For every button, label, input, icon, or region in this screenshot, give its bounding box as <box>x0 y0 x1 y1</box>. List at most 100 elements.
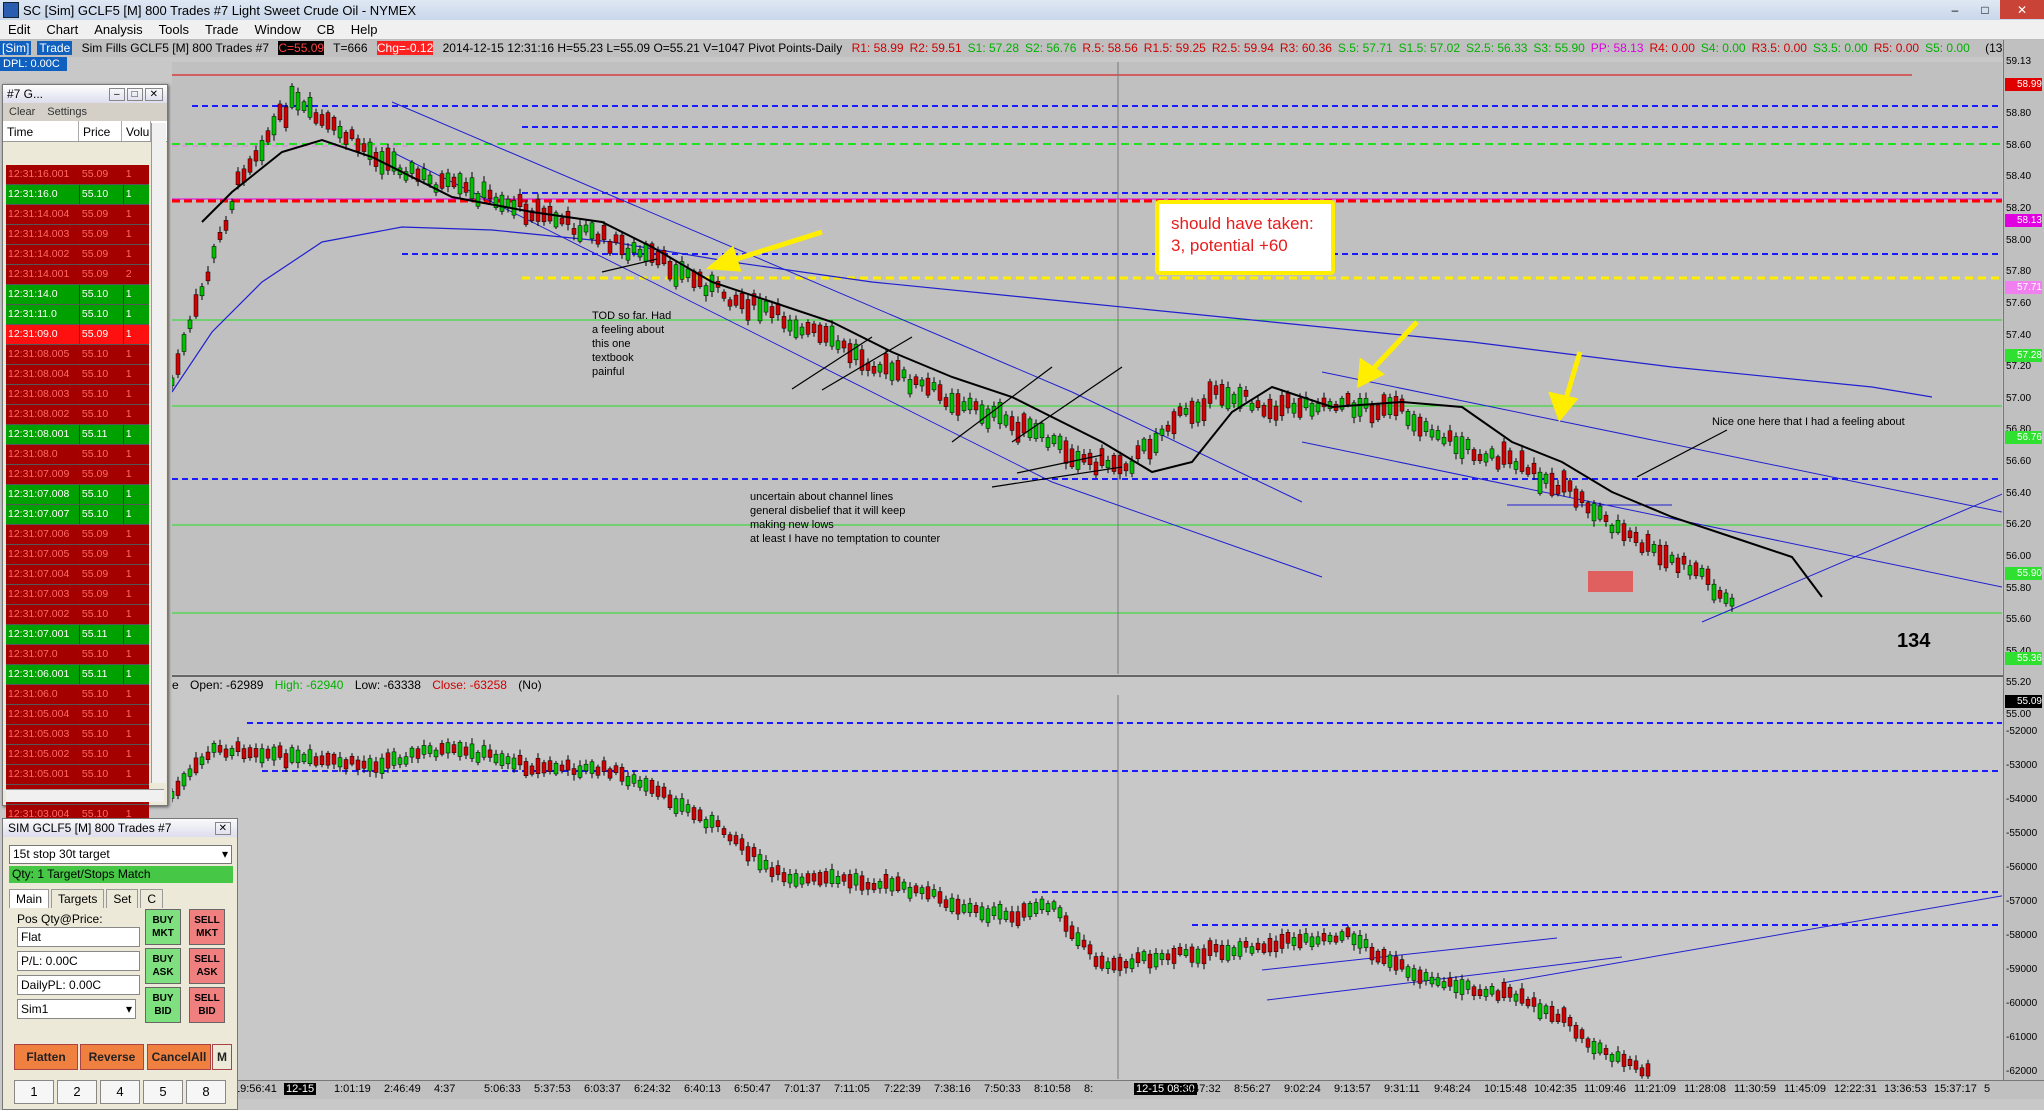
tas-row: 12:31:08.001 55.11 1 <box>6 425 149 445</box>
candle-body <box>1309 403 1315 417</box>
trade-title-bar[interactable]: SIM GCLF5 [M] 800 Trades #7 ✕ <box>3 819 237 837</box>
menu-chart[interactable]: Chart <box>38 22 86 37</box>
candle-body <box>187 319 193 329</box>
tas-price: 55.09 <box>78 225 123 244</box>
qty-8-button[interactable]: 8 <box>186 1080 226 1104</box>
tab-set[interactable]: Set <box>106 889 139 908</box>
candle-body <box>1267 937 1273 953</box>
candle-body <box>529 765 535 775</box>
channel-line-upper <box>391 101 1303 503</box>
tas-price: 55.09 <box>78 465 123 484</box>
time-axis-label: 7:38:16 <box>934 1083 971 1095</box>
qty-2-button[interactable]: 2 <box>57 1080 97 1104</box>
candle-body <box>1525 467 1531 475</box>
tas-price: 55.09 <box>78 565 123 584</box>
candle-body <box>1051 901 1057 910</box>
candle-body <box>211 743 217 753</box>
time-axis[interactable]: 0219:56:4112-151:01:192:46:494:375:06:33… <box>172 1080 2044 1099</box>
minimize-icon[interactable]: – <box>1940 0 1970 19</box>
m-button[interactable]: M <box>212 1044 232 1070</box>
account-select[interactable]: Sim1 ▾ <box>17 999 136 1019</box>
tas-settings-button[interactable]: Settings <box>47 106 87 118</box>
trade-badge[interactable]: Trade <box>37 41 73 55</box>
menu-cb[interactable]: CB <box>309 22 343 37</box>
tas-minimize-icon[interactable]: – <box>109 87 125 101</box>
qty-5-button[interactable]: 5 <box>143 1080 183 1104</box>
pane-divider[interactable] <box>172 675 2003 677</box>
col-time[interactable]: Time <box>3 121 79 141</box>
tas-price: 55.09 <box>78 525 123 544</box>
tas-price: 55.10 <box>78 385 123 404</box>
price-axis-tag: 58.13 <box>2005 214 2042 228</box>
tas-price: 55.09 <box>78 585 123 604</box>
tas-title-bar[interactable]: #7 G... – □ ✕ <box>3 85 167 103</box>
chart-info-bar: [Sim] Trade Sim Fills GCLF5 [M] 800 Trade… <box>0 40 2005 57</box>
sell-ask-button[interactable]: SELL ASK <box>189 948 225 984</box>
zone-marker <box>1588 571 1633 592</box>
lower-pane-label: e <box>172 678 179 692</box>
strategy-select[interactable]: 15t stop 30t target ▾ <box>9 845 232 864</box>
candle-body <box>1615 519 1621 533</box>
trade-close-icon[interactable]: ✕ <box>214 821 231 835</box>
cumulative-delta-chart[interactable] <box>172 695 2002 1079</box>
candle-body <box>307 749 313 764</box>
qty-1-button[interactable]: 1 <box>14 1080 54 1104</box>
tas-volume: 1 <box>122 505 149 524</box>
tas-volume: 1 <box>122 445 149 464</box>
tab-targets[interactable]: Targets <box>51 889 105 908</box>
col-price[interactable]: Price <box>79 121 122 141</box>
tas-clear-button[interactable]: Clear <box>9 106 35 118</box>
menu-window[interactable]: Window <box>246 22 308 37</box>
qty-4-button[interactable]: 4 <box>100 1080 140 1104</box>
menu-analysis[interactable]: Analysis <box>86 22 150 37</box>
candle-body <box>1201 948 1207 965</box>
note-line: painful <box>592 366 625 378</box>
pivot-level: R4: 0.00 <box>1649 41 1695 55</box>
close-icon[interactable]: ✕ <box>2000 0 2044 19</box>
candle-body <box>901 369 907 379</box>
tab-main[interactable]: Main <box>9 889 50 908</box>
time-axis-label: 9:13:57 <box>1334 1083 1371 1095</box>
price-axis-tag: 57.28 <box>2005 348 2042 362</box>
tab-c[interactable]: C <box>140 889 164 908</box>
sell-market-button[interactable]: SELL MKT <box>189 909 225 945</box>
buy-ask-button[interactable]: BUY ASK <box>145 948 181 984</box>
maximize-icon[interactable]: □ <box>1970 0 2000 19</box>
tas-maximize-icon[interactable]: □ <box>126 87 143 101</box>
menu-help[interactable]: Help <box>343 22 386 37</box>
price-axis[interactable]: 59.13 58.80 58.60 58.40 58.20 58.00 57.80 57.60… <box>2003 40 2044 1080</box>
candle-body <box>1663 545 1669 569</box>
candle-body <box>1273 940 1279 952</box>
reverse-button[interactable]: Reverse <box>80 1044 144 1070</box>
tas-price: 55.09 <box>78 545 123 564</box>
candle-body <box>1099 955 1105 969</box>
price-chart[interactable] <box>172 62 2002 674</box>
col-volume[interactable]: Volu <box>122 121 151 141</box>
time-axis-label: 5:06:33 <box>484 1083 521 1095</box>
strategy-value: 15t stop 30t target <box>13 847 110 861</box>
buy-bid-button[interactable]: BUY BID <box>145 987 181 1023</box>
candle-body <box>1621 1053 1627 1067</box>
menu-trade[interactable]: Trade <box>197 22 246 37</box>
tas-vertical-scrollbar[interactable] <box>151 123 166 783</box>
candle-body <box>817 324 823 343</box>
bar-count-label: 134 <box>1897 630 1931 652</box>
candle-body <box>1039 898 1045 910</box>
cancel-all-button[interactable]: CancelAll <box>147 1044 211 1070</box>
menu-edit[interactable]: Edit <box>0 22 38 37</box>
price-axis-tag: 57.71 <box>2005 280 2042 294</box>
candle-body <box>391 751 397 766</box>
tas-horizontal-scrollbar[interactable] <box>6 789 164 802</box>
flatten-button[interactable]: Flatten <box>14 1044 78 1070</box>
price-axis-label: 56.00 <box>2006 550 2032 562</box>
tas-price: 55.09 <box>78 205 123 224</box>
tas-close-icon[interactable]: ✕ <box>144 87 163 101</box>
buy-market-button[interactable]: BUY MKT <box>145 909 181 945</box>
menu-tools[interactable]: Tools <box>151 22 197 37</box>
candle-body <box>835 340 841 350</box>
sell-bid-button[interactable]: SELL BID <box>189 987 225 1023</box>
tas-time: 12:31:08.0 <box>8 448 58 460</box>
pivot-level: S2: 56.76 <box>1025 41 1077 55</box>
tas-time: 12:31:14.0 <box>8 288 58 300</box>
candle-body <box>1537 1003 1543 1019</box>
